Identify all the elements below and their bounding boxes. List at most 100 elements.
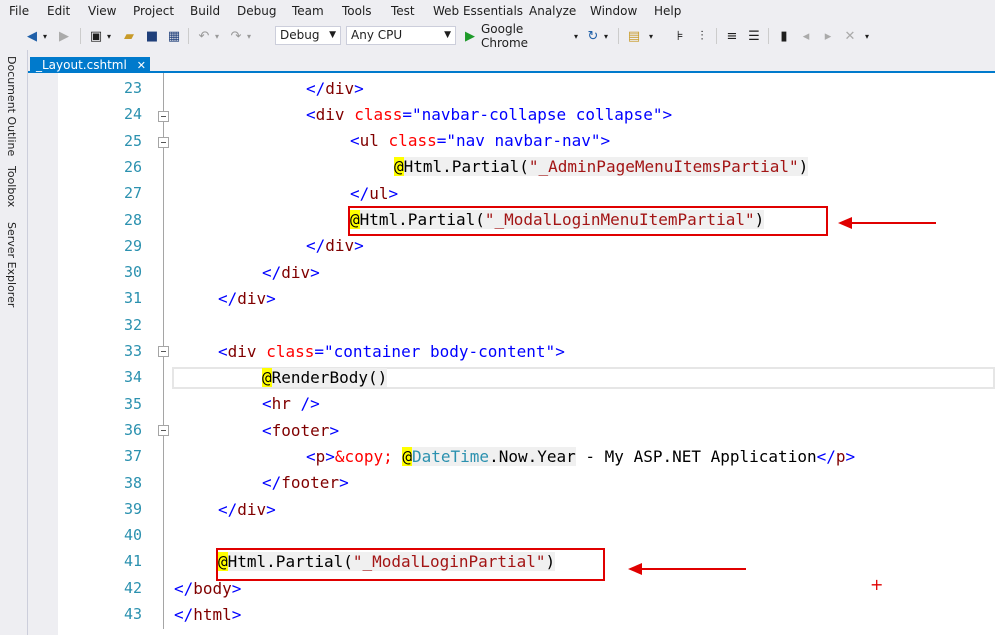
- menu-file[interactable]: File: [9, 4, 29, 18]
- side-tool-strip: Document Outline Toolbox Server Explorer: [0, 50, 28, 635]
- outline-line: [163, 122, 164, 137]
- outline-line: [163, 73, 164, 111]
- line-number: 40: [123, 526, 142, 545]
- line-number: 29: [123, 236, 142, 255]
- line-number: 27: [123, 184, 142, 203]
- forward-icon[interactable]: ▶: [56, 27, 72, 45]
- toolbar-separator: [618, 28, 619, 44]
- collapse-icon[interactable]: [158, 111, 169, 122]
- bookmark-icon[interactable]: ▮: [776, 27, 792, 45]
- crosshair-cursor-icon: +: [870, 575, 884, 594]
- document-tab-layout[interactable]: _Layout.cshtml ✕: [30, 57, 151, 73]
- collapse-icon[interactable]: [158, 346, 169, 357]
- line-number: 39: [123, 499, 142, 518]
- toolbar-overflow-icon[interactable]: ▾: [862, 27, 872, 45]
- open-folder-icon[interactable]: ▰: [120, 27, 138, 45]
- navigate-icon[interactable]: ⊧: [672, 27, 688, 45]
- code-line-42: </body>: [174, 579, 242, 598]
- menu-help[interactable]: Help: [654, 4, 681, 18]
- undo-icon[interactable]: ↶: [196, 27, 212, 45]
- run-target-dropdown-icon[interactable]: ▾: [571, 27, 581, 45]
- code-line-23: </div>: [306, 79, 364, 98]
- next-bookmark-icon[interactable]: ▸: [820, 27, 836, 45]
- code-line-25: <ul class="nav navbar-nav">: [350, 131, 611, 150]
- chevron-down-icon: ▼: [444, 30, 451, 40]
- outline-line: [163, 148, 164, 346]
- menu-build[interactable]: Build: [190, 4, 220, 18]
- line-number: 37: [123, 447, 142, 466]
- toolbar-separator: [716, 28, 717, 44]
- document-tab-bar: _Layout.cshtml ✕: [28, 50, 995, 73]
- start-debugging-icon[interactable]: ▶: [463, 27, 477, 45]
- run-target-button[interactable]: Google Chrome: [481, 22, 571, 50]
- line-number: 41: [123, 552, 142, 571]
- format-icon[interactable]: ⫶: [694, 27, 710, 45]
- menu-edit[interactable]: Edit: [47, 4, 70, 18]
- refresh-icon[interactable]: ↻: [585, 27, 601, 45]
- line-number: 43: [123, 605, 142, 623]
- previous-bookmark-icon[interactable]: ◂: [798, 27, 814, 45]
- line-number: 31: [123, 289, 142, 308]
- solution-platform-value: Any CPU: [351, 28, 403, 42]
- line-number: 26: [123, 157, 142, 176]
- line-number: 38: [123, 473, 142, 492]
- refresh-dropdown-icon[interactable]: ▾: [601, 27, 611, 45]
- menu-window[interactable]: Window: [590, 4, 637, 18]
- line-number: 42: [123, 578, 142, 597]
- clear-bookmarks-icon[interactable]: ✕: [842, 27, 858, 45]
- toolbar-separator: [80, 28, 81, 44]
- code-line-24: <div class="navbar-collapse collapse">: [306, 105, 673, 124]
- comment-icon[interactable]: ≡: [724, 27, 740, 45]
- uncomment-icon[interactable]: ☰: [746, 27, 762, 45]
- code-line-29: </div>: [306, 236, 364, 255]
- line-number: 35: [123, 394, 142, 413]
- redo-dropdown-icon[interactable]: ▾: [244, 27, 254, 45]
- menu-debug[interactable]: Debug: [237, 4, 276, 18]
- back-dropdown-icon[interactable]: ▾: [40, 27, 50, 45]
- save-all-icon[interactable]: ▦: [166, 27, 182, 45]
- line-number: 34: [123, 368, 142, 387]
- line-number: 23: [123, 79, 142, 97]
- annotation-arrow-icon: [838, 217, 936, 229]
- server-explorer-tab[interactable]: Server Explorer: [5, 222, 18, 307]
- outline-line: [163, 357, 164, 425]
- menu-project[interactable]: Project: [133, 4, 174, 18]
- chevron-down-icon: ▼: [329, 30, 336, 40]
- line-number: 32: [123, 315, 142, 334]
- code-editor[interactable]: 23 24 25 26 27 28 29 30 31 32 33 34 35 36 37 38 39 40 41 42…: [28, 73, 995, 635]
- toolbox-tab[interactable]: Toolbox: [5, 166, 18, 207]
- collapse-icon[interactable]: [158, 425, 169, 436]
- menu-test[interactable]: Test: [391, 4, 415, 18]
- browser-link-icon[interactable]: ▤: [626, 27, 642, 45]
- close-icon[interactable]: ✕: [137, 59, 146, 72]
- new-project-icon[interactable]: ▣: [88, 27, 104, 45]
- code-line-36: <footer>: [262, 421, 340, 440]
- collapse-icon[interactable]: [158, 137, 169, 148]
- menu-view[interactable]: View: [88, 4, 116, 18]
- menu-web-essentials[interactable]: Web Essentials: [433, 4, 523, 18]
- solution-configuration-select[interactable]: Debug ▼: [275, 26, 341, 45]
- editor-left-margin: [28, 73, 58, 635]
- code-line-31: </div>: [218, 289, 276, 308]
- code-line-26: @Html.Partial("_AdminPageMenuItemsPartia…: [394, 157, 809, 176]
- save-icon[interactable]: ■: [144, 27, 160, 45]
- document-outline-tab[interactable]: Document Outline: [5, 56, 18, 156]
- browser-link-dropdown-icon[interactable]: ▾: [646, 27, 656, 45]
- menu-tools[interactable]: Tools: [342, 4, 372, 18]
- line-number: 36: [123, 420, 142, 439]
- new-project-dropdown-icon[interactable]: ▾: [104, 27, 114, 45]
- annotation-arrow-icon: [628, 563, 746, 575]
- code-line-39: </div>: [218, 500, 276, 519]
- code-line-37: <p>&copy; @DateTime.Now.Year - My ASP.NE…: [306, 447, 856, 466]
- undo-dropdown-icon[interactable]: ▾: [212, 27, 222, 45]
- annotation-highlight-box: [216, 548, 605, 581]
- redo-icon[interactable]: ↷: [228, 27, 244, 45]
- line-number: 28: [123, 210, 142, 229]
- solution-platform-select[interactable]: Any CPU ▼: [346, 26, 456, 45]
- line-number: 25: [123, 131, 142, 150]
- menu-team[interactable]: Team: [292, 4, 324, 18]
- code-line-27: </ul>: [350, 184, 399, 203]
- code-line-43: </html>: [174, 605, 242, 624]
- back-icon[interactable]: ◀: [24, 27, 40, 45]
- menu-analyze[interactable]: Analyze: [529, 4, 576, 18]
